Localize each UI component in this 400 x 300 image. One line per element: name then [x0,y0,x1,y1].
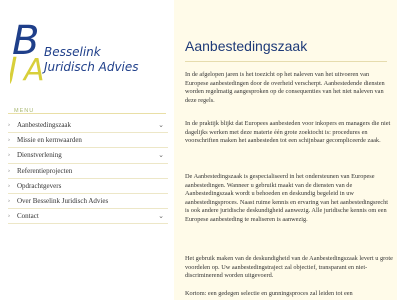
paragraph: De Aanbestedingszaak is gespecialiseerd … [185,173,389,223]
main-content: Aanbestedingszaak In de afgelopen jaren … [174,0,400,300]
brand-name-line2: Juridisch Advies [44,60,139,74]
svg-text:J: J [10,50,17,84]
sidebar-item-missie[interactable]: › Missie en kernwaarden [8,133,168,149]
sidebar-item-label: Contact [17,212,39,221]
sidebar-item-over[interactable]: › Over Besselink Juridisch Advies [8,194,168,210]
paragraph: In de praktijk blijkt dat Europees aanbe… [185,120,391,145]
sidebar-item-label: Opdrachtgevers [17,181,62,190]
chevron-right-icon: › [8,167,10,174]
sidebar-item-label: Over Besselink Juridisch Advies [17,196,109,205]
paragraph: In de afgelopen jaren is het toezicht op… [185,71,385,104]
sidebar-item-label: Referentieprojecten [17,166,73,175]
sidebar-item-opdrachtgevers[interactable]: › Opdrachtgevers [8,179,168,194]
chevron-right-icon: › [8,182,10,189]
sidebar-item-contact[interactable]: › Contact ⌄ [8,209,168,225]
sidebar-item-label: Dienstverlening [17,151,62,160]
chevron-right-icon: › [8,213,10,220]
chevron-down-icon[interactable]: ⌄ [158,148,164,162]
title-divider [185,61,387,62]
sidebar-menu: › Aanbestedingszaak ⌄ › Missie en kernwa… [8,118,168,225]
paragraph: Kortom: een gedegen selectie en gunnings… [185,290,353,297]
sidebar-item-referentieprojecten[interactable]: › Referentieprojecten [8,164,168,179]
chevron-right-icon: › [8,137,10,144]
chevron-down-icon[interactable]: ⌄ [158,118,164,132]
chevron-down-icon[interactable]: ⌄ [158,209,164,223]
page-title: Aanbestedingszaak [185,38,308,54]
sidebar-item-dienstverlening[interactable]: › Dienstverlening ⌄ [8,148,168,164]
menu-divider [8,113,166,114]
svg-text:A: A [22,53,45,84]
brand-name-line1: Besselink [44,45,101,59]
sidebar-item-aanbestedingszaak[interactable]: › Aanbestedingszaak ⌄ [8,118,168,134]
sidebar: B J A Besselink Juridisch Advies MENU › … [0,0,174,300]
paragraph: Het gebruik maken van de deskundigheid v… [185,255,393,280]
chevron-right-icon: › [8,152,10,159]
chevron-right-icon: › [8,122,10,128]
logo[interactable]: B J A Besselink Juridisch Advies [10,14,160,84]
sidebar-item-label: Missie en kernwaarden [17,136,82,145]
chevron-right-icon: › [8,197,10,204]
sidebar-item-label: Aanbestedingszaak [17,121,72,129]
